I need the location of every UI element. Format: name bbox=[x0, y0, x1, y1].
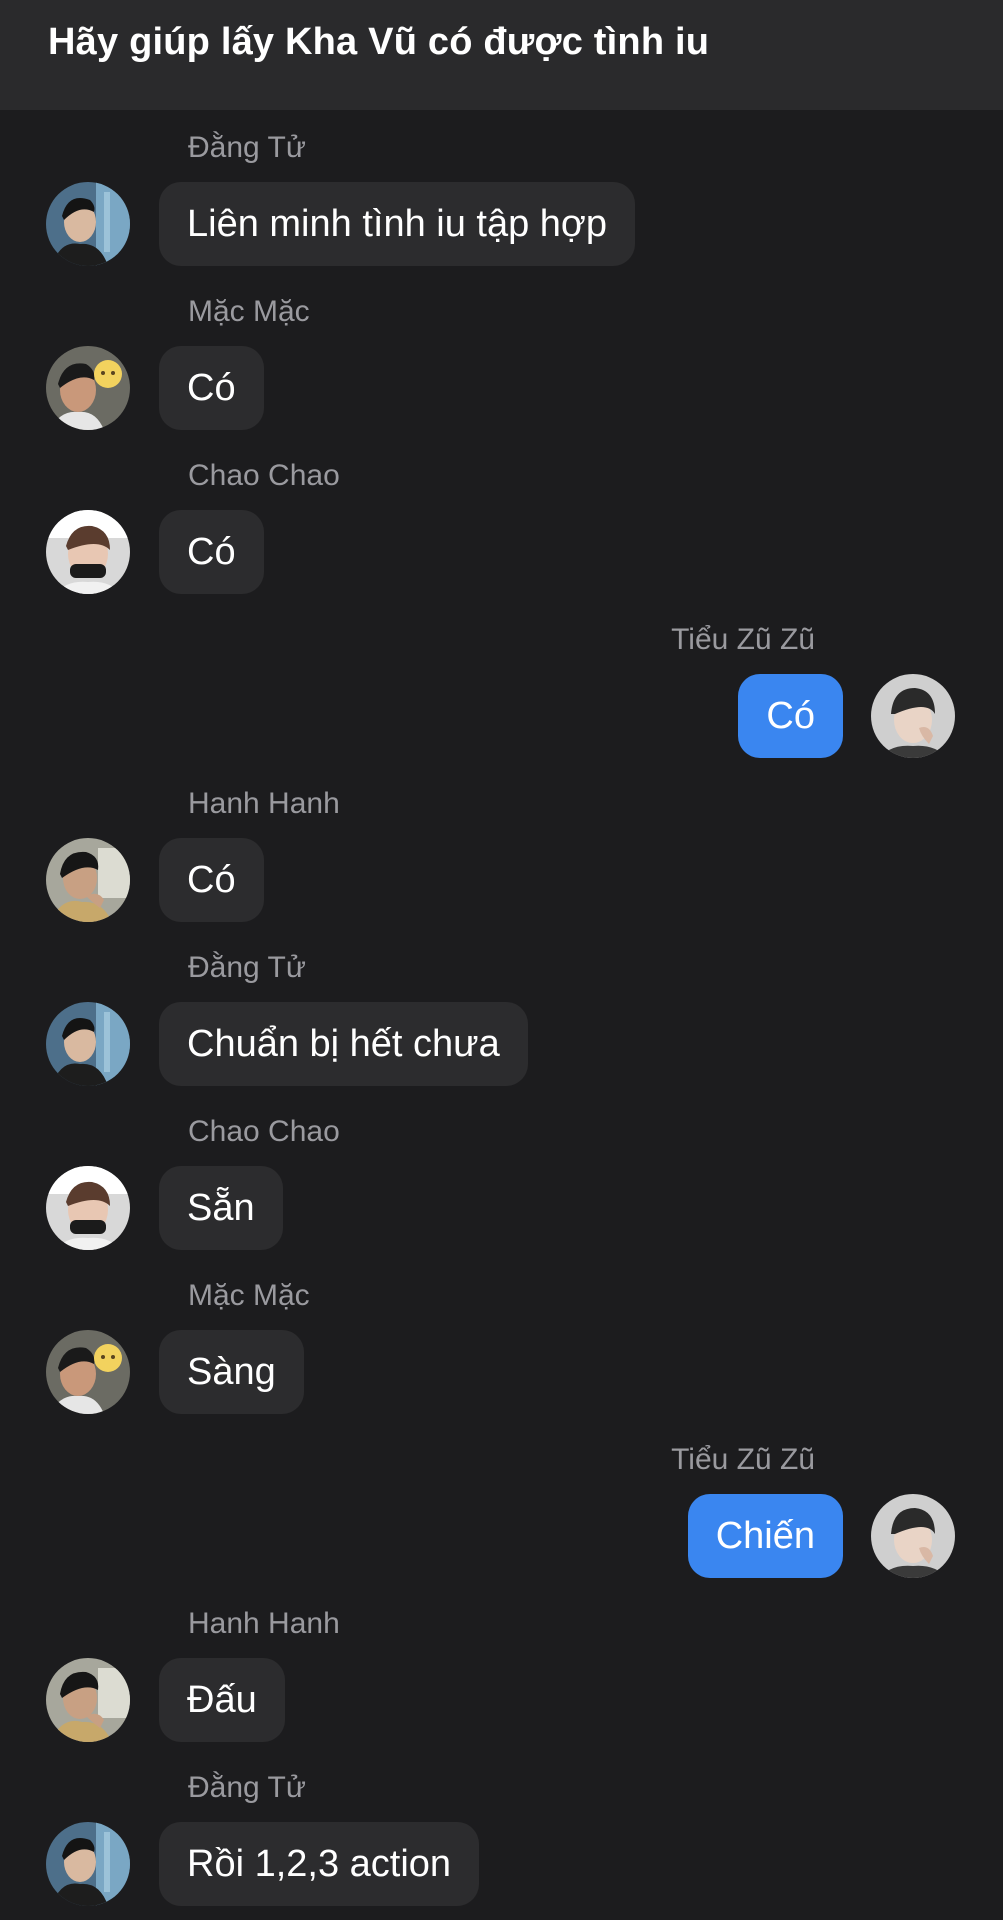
avatar-chaochao[interactable] bbox=[46, 510, 130, 594]
message-row: Tiểu Zũ Zũ Có bbox=[0, 602, 1003, 766]
message-row: Chao Chao Sẵn bbox=[0, 1094, 1003, 1258]
message-bubble[interactable]: Chiến bbox=[687, 1494, 843, 1578]
sender-name: Tiểu Zũ Zũ bbox=[671, 623, 815, 656]
sender-name: Hanh Hanh bbox=[188, 1607, 340, 1640]
message-row: Hanh Hanh Có bbox=[0, 766, 1003, 930]
avatar-tieuzuzu[interactable] bbox=[871, 674, 955, 758]
avatar-macmac[interactable] bbox=[46, 1330, 130, 1414]
message-row: Đằng Tử Rồi 1,2,3 action bbox=[0, 1750, 1003, 1914]
message-row: Mặc Mặc Có bbox=[0, 274, 1003, 438]
message-bubble[interactable]: Sàng bbox=[159, 1330, 304, 1414]
message-bubble[interactable]: Có bbox=[159, 838, 264, 922]
message-bubble[interactable]: Có bbox=[738, 674, 843, 758]
sender-name: Mặc Mặc bbox=[188, 1279, 310, 1312]
message-row: Hanh Hanh Đấu bbox=[0, 1586, 1003, 1750]
message-bubble[interactable]: Liên minh tình iu tập hợp bbox=[159, 182, 635, 266]
message-row: Tiểu Zũ Zũ Chiến bbox=[0, 1422, 1003, 1586]
avatar-dangtu[interactable] bbox=[46, 1002, 130, 1086]
avatar-dangtu[interactable] bbox=[46, 182, 130, 266]
message-bubble[interactable]: Đấu bbox=[159, 1658, 285, 1742]
chat-title: Hãy giúp lấy Kha Vũ có được tình iu bbox=[48, 21, 710, 63]
sender-name: Chao Chao bbox=[188, 1115, 340, 1148]
message-bubble[interactable]: Rồi 1,2,3 action bbox=[159, 1822, 480, 1906]
sender-name: Tiểu Zũ Zũ bbox=[671, 1443, 815, 1476]
avatar-tieuzuzu[interactable] bbox=[871, 1494, 955, 1578]
message-row: Đằng Tử Liên minh tình iu tập hợp bbox=[0, 110, 1003, 274]
message-bubble[interactable]: Có bbox=[159, 510, 264, 594]
sender-name: Chao Chao bbox=[188, 459, 340, 492]
chat-header: Hãy giúp lấy Kha Vũ có được tình iu bbox=[0, 0, 1003, 110]
message-row: Đằng Tử Chuẩn bị hết chưa bbox=[0, 930, 1003, 1094]
avatar-hanhhanh[interactable] bbox=[46, 838, 130, 922]
sender-name: Mặc Mặc bbox=[188, 295, 310, 328]
message-bubble[interactable]: Có bbox=[159, 346, 264, 430]
message-bubble[interactable]: Sẵn bbox=[159, 1166, 283, 1250]
message-row: Mặc Mặc Sàng bbox=[0, 1258, 1003, 1422]
message-bubble[interactable]: Chuẩn bị hết chưa bbox=[159, 1002, 528, 1086]
message-row: Chao Chao Có bbox=[0, 438, 1003, 602]
avatar-macmac[interactable] bbox=[46, 346, 130, 430]
sender-name: Đằng Tử bbox=[188, 1771, 306, 1804]
avatar-dangtu[interactable] bbox=[46, 1822, 130, 1906]
avatar-hanhhanh[interactable] bbox=[46, 1658, 130, 1742]
avatar-chaochao[interactable] bbox=[46, 1166, 130, 1250]
sender-name: Đằng Tử bbox=[188, 951, 306, 984]
sender-name: Hanh Hanh bbox=[188, 787, 340, 820]
sender-name: Đằng Tử bbox=[188, 131, 306, 164]
